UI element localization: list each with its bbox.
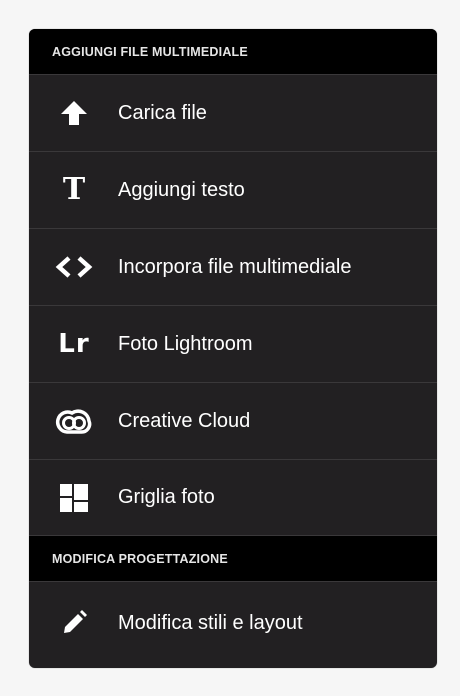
menu-item-lightroom-photos[interactable]: Lr Foto Lightroom: [29, 306, 437, 383]
embed-code-icon: [54, 256, 94, 278]
lightroom-icon: Lr: [58, 329, 90, 359]
section-header-edit-design: MODIFICA PROGETTAZIONE: [29, 536, 437, 582]
section-header-add-media: AGGIUNGI FILE MULTIMEDIALE: [29, 29, 437, 75]
section-title: AGGIUNGI FILE MULTIMEDIALE: [52, 44, 248, 59]
menu-item-upload-file[interactable]: Carica file: [29, 75, 437, 152]
creative-cloud-icon: [54, 407, 94, 435]
menu-item-label: Carica file: [118, 101, 207, 124]
media-menu-panel: AGGIUNGI FILE MULTIMEDIALE Carica file T…: [29, 29, 437, 668]
photo-grid-icon: [54, 483, 94, 512]
menu-item-photo-grid[interactable]: Griglia foto: [29, 460, 437, 536]
menu-item-label: Incorpora file multimediale: [118, 255, 352, 278]
menu-item-label: Creative Cloud: [118, 409, 251, 432]
menu-item-edit-styles-layout[interactable]: Modifica stili e layout: [29, 582, 437, 664]
menu-item-add-text[interactable]: T Aggiungi testo: [29, 152, 437, 229]
menu-item-label: Modifica stili e layout: [118, 611, 303, 634]
upload-arrow-icon: [54, 100, 94, 126]
text-t-icon: T: [62, 172, 86, 207]
menu-item-creative-cloud[interactable]: Creative Cloud: [29, 383, 437, 460]
menu-item-label: Aggiungi testo: [118, 178, 245, 201]
menu-item-label: Griglia foto: [118, 486, 215, 508]
menu-item-embed-media[interactable]: Incorpora file multimediale: [29, 229, 437, 306]
menu-item-label: Foto Lightroom: [118, 332, 253, 355]
section-title: MODIFICA PROGETTAZIONE: [52, 551, 228, 566]
pencil-icon: [54, 610, 94, 636]
